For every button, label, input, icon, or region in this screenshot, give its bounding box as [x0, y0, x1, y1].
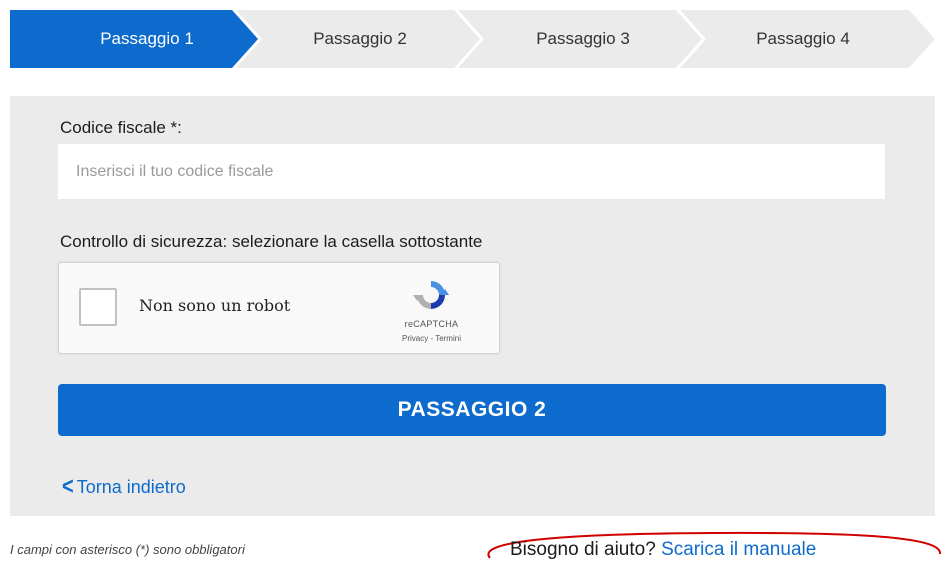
help-question: Bisogno di aiuto?: [510, 539, 662, 560]
chevron-left-icon: <: [62, 473, 74, 501]
step-4-label: Passaggio 4: [756, 29, 850, 48]
codice-fiscale-label: Codice fiscale *:: [60, 118, 182, 137]
recaptcha-icon: [413, 281, 449, 309]
recaptcha-widget: Non sono un robot reCAPTCHA Privacy - Te…: [58, 262, 500, 354]
download-manual-link[interactable]: Scarica il manuale: [661, 539, 816, 560]
captcha-checkbox-label: Non sono un robot: [139, 296, 291, 315]
next-step-button[interactable]: PASSAGGIO 2: [58, 384, 886, 436]
codice-fiscale-input[interactable]: [58, 144, 885, 199]
step-3-label: Passaggio 3: [536, 29, 630, 48]
captcha-privacy-links[interactable]: Privacy - Termini: [374, 334, 489, 343]
help-section: Bisogno di aiuto? Scarica il manuale: [472, 530, 947, 565]
back-link-label: Torna indietro: [76, 477, 186, 497]
step-2-label: Passaggio 2: [313, 29, 407, 48]
back-link[interactable]: < Torna indietro: [62, 473, 186, 501]
required-fields-note: I campi con asterisco (*) sono obbligato…: [10, 542, 245, 557]
step-1-label: Passaggio 1: [100, 29, 194, 48]
help-text: Bisogno di aiuto? Scarica il manuale: [510, 539, 816, 561]
captcha-checkbox[interactable]: [79, 288, 117, 326]
security-check-label: Controllo di sicurezza: selezionare la c…: [60, 232, 483, 251]
captcha-brand: reCAPTCHA: [404, 319, 459, 329]
form-panel: Codice fiscale *: Controllo di sicurezza…: [10, 96, 935, 516]
stepper: Passaggio 1 Passaggio 2 Passaggio 3 Pass…: [10, 10, 935, 68]
